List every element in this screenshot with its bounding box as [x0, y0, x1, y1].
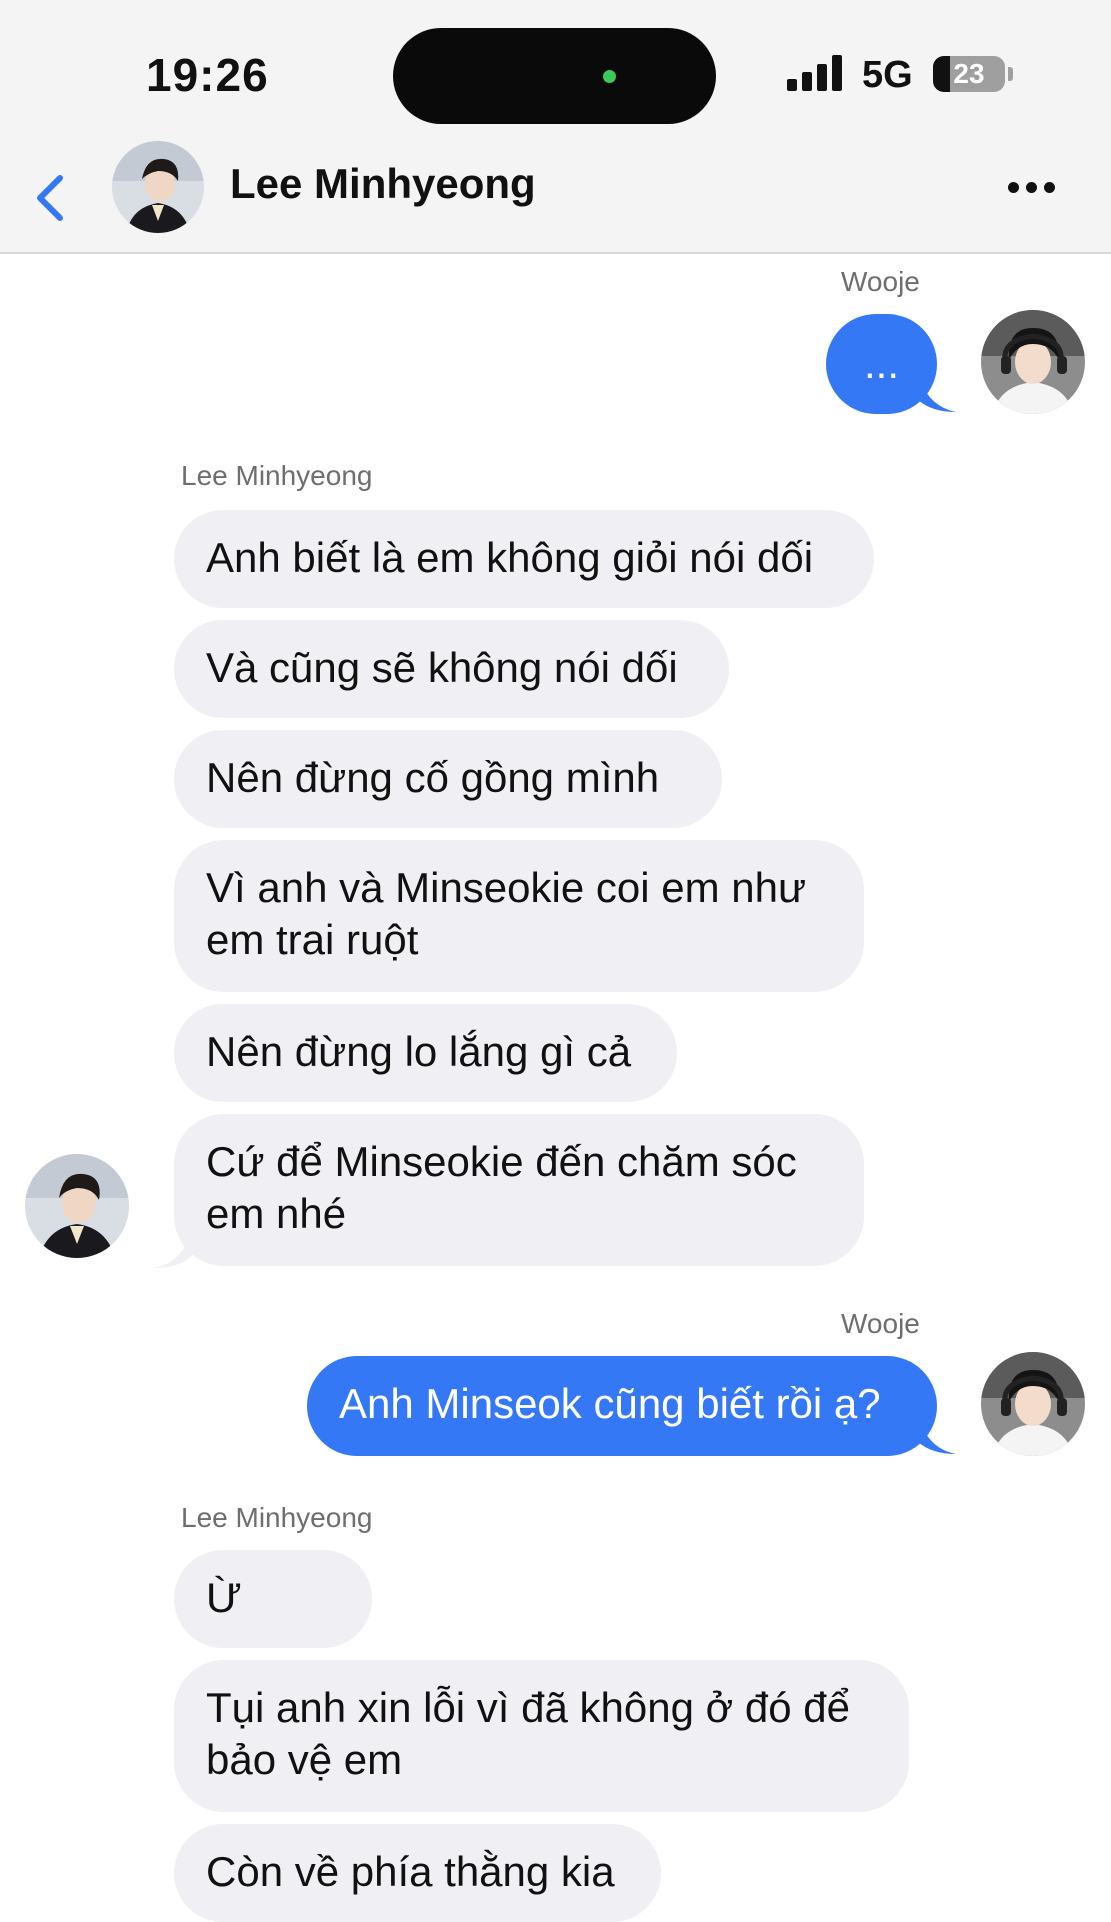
battery-cap [1008, 67, 1013, 81]
sender-label-wooje: Wooje [841, 1308, 920, 1339]
sender-label-lee-minhyeong: Lee Minhyeong [181, 1502, 373, 1533]
incoming-message[interactable]: Anh biết là em không giỏi nói dối [174, 510, 874, 608]
incoming-message[interactable]: Nên đừng lo lắng gì cả [174, 1004, 677, 1102]
battery-icon: 23 [933, 56, 1005, 92]
bubble-tail [154, 1228, 192, 1268]
dynamic-island [393, 28, 716, 124]
status-bar: 19:26 5G 23 [0, 0, 1111, 130]
user-avatar[interactable] [981, 310, 1085, 414]
bubble-tail [918, 372, 956, 412]
chevron-left-icon[interactable] [28, 168, 72, 228]
network-type: 5G [862, 54, 913, 96]
incoming-message[interactable]: Và cũng sẽ không nói dối [174, 620, 729, 718]
bubble-tail [918, 1414, 956, 1454]
chat-header: Lee Minhyeong [0, 130, 1111, 254]
sender-label-lee-minhyeong: Lee Minhyeong [181, 460, 373, 491]
incoming-message[interactable]: Vì anh và Minseokie coi em như em trai r… [174, 840, 864, 992]
incoming-message[interactable]: Ừ [174, 1550, 372, 1648]
outgoing-message[interactable]: Anh Minseok cũng biết rồi ạ? [307, 1356, 937, 1456]
incoming-message[interactable]: Tụi anh xin lỗi vì đã không ở đó để bảo … [174, 1660, 909, 1812]
incoming-message[interactable]: Còn về phía thằng kia [174, 1824, 661, 1922]
contact-name[interactable]: Lee Minhyeong [230, 160, 536, 208]
incoming-message[interactable]: Cứ để Minseokie đến chăm sóc em nhé [174, 1114, 864, 1266]
contact-avatar[interactable] [112, 141, 204, 233]
cellular-signal-icon [787, 55, 844, 91]
user-avatar[interactable] [981, 1352, 1085, 1456]
message-text: ... [863, 340, 899, 387]
status-time: 19:26 [146, 49, 269, 101]
more-horizontal-icon[interactable] [1008, 182, 1068, 198]
incoming-message[interactable]: Nên đừng cố gồng mình [174, 730, 722, 828]
contact-avatar[interactable] [25, 1154, 129, 1258]
battery-percent: 23 [953, 58, 985, 89]
sender-label-wooje: Wooje [841, 266, 920, 297]
privacy-indicator-dot [603, 70, 616, 83]
message-thread[interactable]: Wooje ... Lee Minhyeong Anh biết là em k… [0, 254, 1111, 1922]
